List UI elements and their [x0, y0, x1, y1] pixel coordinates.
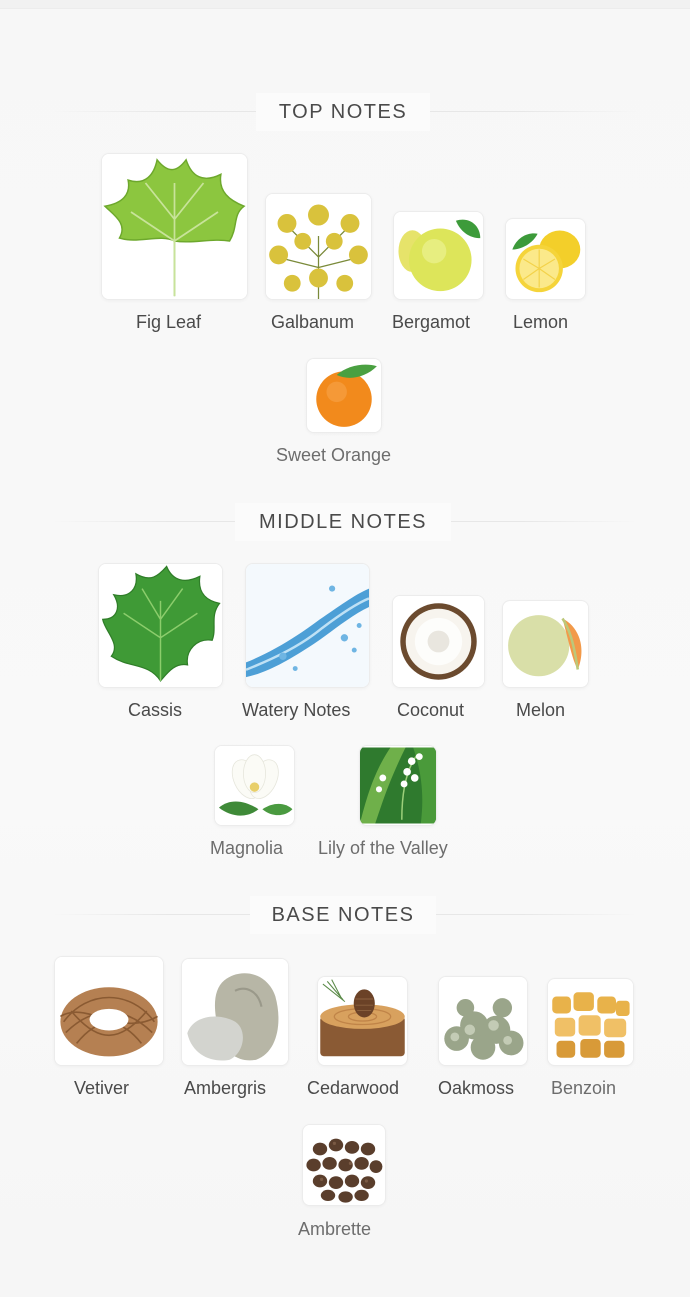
note-label: Vetiver: [74, 1078, 130, 1098]
magnolia-icon: [214, 745, 295, 826]
vetiver-icon: [54, 956, 164, 1066]
note-label: Lemon: [513, 312, 569, 332]
melon-icon: [502, 600, 589, 688]
ambrette-icon: [302, 1124, 386, 1206]
note-label: Lily of the Valley: [318, 838, 448, 858]
note-label: Sweet Orange: [276, 445, 392, 465]
lemon-icon: [505, 218, 586, 300]
bergamot-icon: [393, 211, 484, 300]
note-label: Ambrette: [298, 1219, 372, 1239]
note-label: Melon: [516, 700, 566, 720]
cassis-leaf-icon: [98, 563, 223, 688]
note-label: Galbanum: [271, 312, 355, 332]
note-label: Coconut: [397, 700, 465, 720]
benzoin-icon: [547, 978, 634, 1066]
lily-of-the-valley-icon: [359, 745, 437, 826]
fig-leaf-icon: [101, 153, 248, 300]
note-label: Oakmoss: [438, 1078, 515, 1098]
cedarwood-icon: [317, 976, 408, 1066]
galbanum-icon: [265, 193, 372, 300]
ambergris-icon: [181, 958, 289, 1066]
note-label: Magnolia: [210, 838, 284, 858]
note-label: Bergamot: [392, 312, 471, 332]
orange-icon: [306, 358, 382, 433]
note-label: Fig Leaf: [136, 312, 202, 332]
oakmoss-icon: [438, 976, 528, 1066]
top-edge: [0, 0, 690, 9]
section-title-top-notes: TOP NOTES: [256, 93, 430, 131]
note-label: Cedarwood: [307, 1078, 400, 1098]
note-label: Benzoin: [551, 1078, 617, 1098]
section-title-base-notes: BASE NOTES: [250, 896, 436, 934]
water-splash-icon: [245, 563, 370, 688]
note-label: Cassis: [128, 700, 183, 720]
note-label: Watery Notes: [242, 700, 351, 720]
coconut-icon: [392, 595, 485, 688]
section-title-middle-notes: MIDDLE NOTES: [235, 503, 451, 541]
note-label: Ambergris: [184, 1078, 267, 1098]
